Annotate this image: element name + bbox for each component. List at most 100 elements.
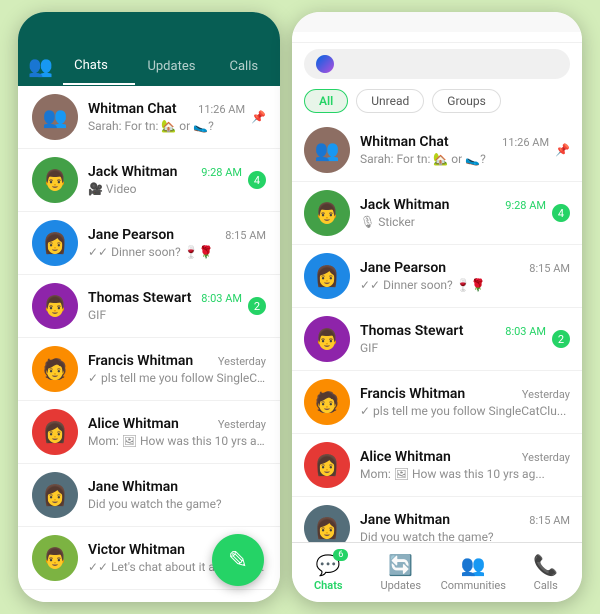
chat-item[interactable]: 👩 Alice Whitman Yesterday Mom: 🖼 How was th…	[292, 434, 582, 497]
nav-badge: 6	[333, 549, 348, 561]
chat-preview: 🎙 Sticker	[360, 215, 546, 229]
avatar: 👩	[304, 253, 350, 299]
avatar: 👩	[32, 409, 78, 455]
avatar: 👩	[32, 220, 78, 266]
avatar: 👨	[32, 535, 78, 581]
chat-name: Francis Whitman	[88, 353, 193, 369]
chat-time: Yesterday	[522, 451, 570, 464]
chat-name: Thomas Stewart	[360, 323, 463, 339]
nav-label: Communities	[441, 579, 506, 592]
avatar: 👩	[32, 472, 78, 518]
chat-preview: Did you watch the game?	[360, 530, 570, 542]
chat-time: 8:03 AM	[201, 292, 242, 305]
chat-preview: Sarah: For tn: 🏡 or 🥿?	[360, 152, 549, 166]
avatar: 👨	[32, 157, 78, 203]
nav-label: Chats	[314, 579, 343, 592]
chat-item[interactable]: 👥 Whitman Chat 11:26 AM Sarah: For tn: 🏡 or…	[18, 86, 280, 149]
chat-time: 11:26 AM	[502, 136, 549, 149]
avatar: 👥	[32, 94, 78, 140]
status-bar-left	[18, 12, 280, 32]
chat-name: Alice Whitman	[360, 449, 451, 465]
nav-item-communities[interactable]: 👥 Communities	[437, 543, 510, 602]
avatar: 👩	[304, 505, 350, 542]
header-right	[292, 32, 582, 43]
nav-icon-communities: 👥	[461, 553, 486, 577]
chat-item[interactable]: 👨Thomas Stewart8:03 AMGIF2	[18, 275, 280, 338]
chat-preview: ✓ pls tell me you follow SingleCatClu...	[360, 404, 570, 418]
chat-item[interactable]: 👨 Jack Whitman 9:28 AM 🎥 Video 4	[18, 149, 280, 212]
tab-updates[interactable]: Updates	[135, 49, 207, 84]
chat-preview: ✓✓ Dinner soon? 🍷🌹	[88, 245, 266, 259]
chat-time: Yesterday	[522, 388, 570, 401]
community-icon[interactable]: 👥	[18, 46, 63, 86]
meta-ai-icon	[316, 55, 334, 73]
chat-time: Yesterday	[218, 355, 266, 368]
chat-preview: Mom: 🖼 How was this 10 yrs ag...	[360, 467, 570, 481]
nav-icon-calls: 📞	[533, 553, 558, 577]
chat-name: Jack Whitman	[88, 164, 177, 180]
filter-tab-groups[interactable]: Groups	[432, 89, 501, 113]
status-bar-right	[292, 12, 582, 32]
chat-preview: ✓✓ Dinner soon? 🍷🌹	[360, 278, 570, 292]
phones-container: 👥 Chats Updates Calls 👥 Whitman Chat 11:26…	[8, 2, 592, 612]
avatar: 👨	[304, 316, 350, 362]
filter-tab-unread[interactable]: Unread	[356, 89, 424, 113]
avatar: 👩	[304, 442, 350, 488]
chat-item[interactable]: 👩 Jane Pearson 8:15 AM ✓✓ Dinner soon? 🍷🌹	[292, 245, 582, 308]
unread-badge: 2	[552, 330, 570, 348]
chat-item[interactable]: 👩Jane Whitman8:15 AMDid you watch the ga…	[292, 497, 582, 542]
chat-name: Victor Whitman	[88, 542, 185, 558]
chat-preview: GIF	[88, 308, 242, 322]
nav-item-updates[interactable]: 🔄 Updates	[365, 543, 438, 602]
nav-item-calls[interactable]: 📞 Calls	[510, 543, 583, 602]
chat-time: 8:15 AM	[529, 262, 570, 275]
chat-item[interactable]: 👩 Jane Whitman Did you watch the game?	[18, 464, 280, 527]
chat-name: Whitman Chat	[88, 101, 177, 117]
chat-item[interactable]: 👩Alice WhitmanYesterdayMom: 🖼 How was th…	[18, 401, 280, 464]
nav-icon-updates: 🔄	[388, 553, 413, 577]
avatar: 👥	[304, 127, 350, 173]
pin-icon: 📌	[251, 110, 266, 124]
filter-tab-all[interactable]: All	[304, 89, 348, 113]
nav-item-chats[interactable]: 6💬Chats	[292, 543, 365, 602]
chat-name: Whitman Chat	[360, 134, 449, 150]
avatar: 👨	[304, 190, 350, 236]
chat-item[interactable]: 👥 Whitman Chat 11:26 AM Sarah: For tn: 🏡 or…	[292, 119, 582, 182]
chat-name: Jane Whitman	[88, 479, 178, 495]
nav-label: Updates	[380, 579, 421, 592]
search-bar[interactable]	[304, 49, 570, 79]
chat-name: Francis Whitman	[360, 386, 465, 402]
fab-left[interactable]: ✎	[212, 534, 264, 586]
chat-item[interactable]: 🧑Francis WhitmanYesterday✓ pls tell me y…	[292, 371, 582, 434]
chat-name: Thomas Stewart	[88, 290, 191, 306]
chat-time: 8:03 AM	[505, 325, 546, 338]
header-left	[18, 32, 280, 46]
chat-preview: ✓ pls tell me you follow SingleCa...	[88, 371, 266, 385]
chat-preview: Did you watch the game?	[88, 497, 266, 511]
nav-label: Calls	[534, 579, 558, 592]
chat-name: Jane Pearson	[88, 227, 174, 243]
unread-badge: 4	[248, 171, 266, 189]
right-phone: All Unread Groups 👥 Whitman Chat 11:26 AM Sar…	[292, 12, 582, 602]
chat-name: Jane Pearson	[360, 260, 446, 276]
tabs-left: 👥 Chats Updates Calls	[18, 46, 280, 86]
chat-preview: Sarah: For tn: 🏡 or 🥿?	[88, 119, 245, 133]
chat-preview: 🎥 Video	[88, 182, 242, 196]
avatar: 🧑	[32, 346, 78, 392]
chat-name: Alice Whitman	[88, 416, 179, 432]
chat-item[interactable]: 👩Jane Pearson8:15 AM✓✓ Dinner soon? 🍷🌹	[18, 212, 280, 275]
filter-tabs: All Unread Groups	[292, 85, 582, 119]
tab-chats[interactable]: Chats	[63, 48, 135, 85]
chat-name: Jack Whitman	[360, 197, 449, 213]
chat-name: Jane Whitman	[360, 512, 450, 528]
search-input[interactable]	[342, 57, 558, 72]
unread-badge: 4	[552, 204, 570, 222]
chat-time: 11:26 AM	[198, 103, 245, 116]
pin-icon: 📌	[555, 143, 570, 157]
chat-item[interactable]: 🧑 Francis Whitman Yesterday ✓ pls tell me y…	[18, 338, 280, 401]
chat-item[interactable]: 👨Jack Whitman9:28 AM🎙 Sticker4	[292, 182, 582, 245]
tab-calls[interactable]: Calls	[208, 49, 280, 84]
chat-item[interactable]: 👨 Thomas Stewart 8:03 AM GIF 2	[292, 308, 582, 371]
chat-time: 9:28 AM	[201, 166, 242, 179]
chat-preview: GIF	[360, 341, 546, 355]
